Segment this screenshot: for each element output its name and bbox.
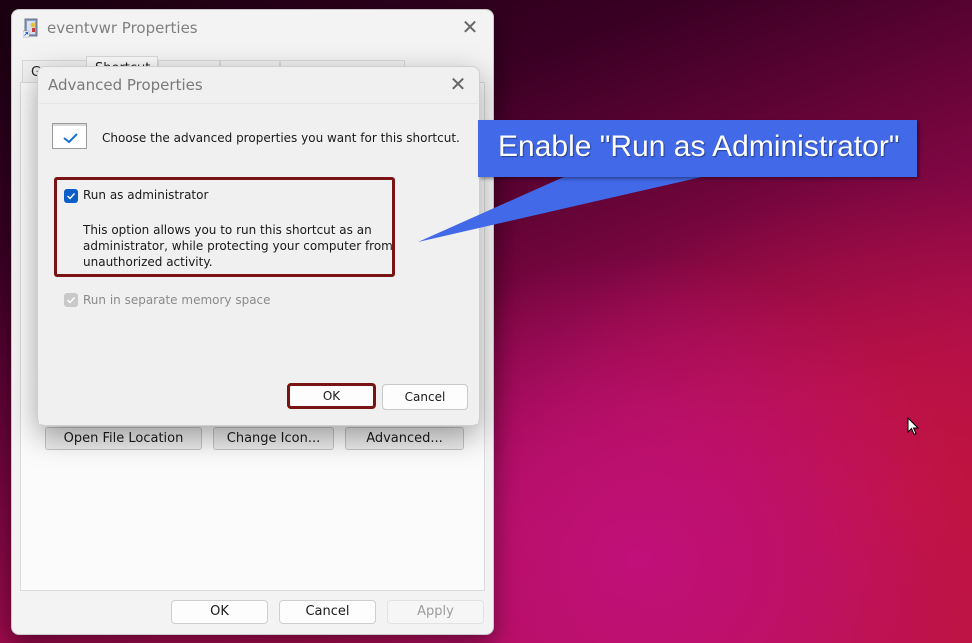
window-title: eventvwr Properties xyxy=(47,19,198,37)
close-icon[interactable]: ✕ xyxy=(447,73,469,95)
callout-text: Enable "Run as Administrator" xyxy=(498,130,900,163)
dialog-cancel-button[interactable]: Cancel xyxy=(382,384,468,410)
dialog-title: Advanced Properties xyxy=(48,76,203,94)
checkbox-window-icon xyxy=(52,123,87,149)
ok-button[interactable]: OK xyxy=(171,600,268,624)
advanced-button[interactable]: Advanced... xyxy=(345,427,464,450)
run-as-admin-checkbox[interactable] xyxy=(64,189,78,203)
arrow-cursor-icon xyxy=(907,417,920,436)
separate-memory-label: Run in separate memory space xyxy=(83,293,271,307)
shortcut-file-icon xyxy=(23,18,38,38)
dialog-ok-button[interactable]: OK xyxy=(287,383,376,409)
separate-memory-checkbox xyxy=(64,293,78,307)
close-icon[interactable]: ✕ xyxy=(459,16,481,38)
open-file-location-button[interactable]: Open File Location xyxy=(45,427,202,450)
cancel-button[interactable]: Cancel xyxy=(279,600,376,624)
dialog-body: Choose the advanced properties you want … xyxy=(39,103,478,424)
run-as-admin-description: This option allows you to run this short… xyxy=(83,223,393,269)
dialog-instruction: Choose the advanced properties you want … xyxy=(102,131,460,145)
run-as-admin-label[interactable]: Run as administrator xyxy=(83,188,208,202)
advanced-properties-dialog: Advanced Properties ✕ Choose the advance… xyxy=(37,66,480,426)
apply-button[interactable]: Apply xyxy=(387,600,484,624)
callout-banner: Enable "Run as Administrator" xyxy=(478,120,917,177)
change-icon-button[interactable]: Change Icon... xyxy=(213,427,334,450)
